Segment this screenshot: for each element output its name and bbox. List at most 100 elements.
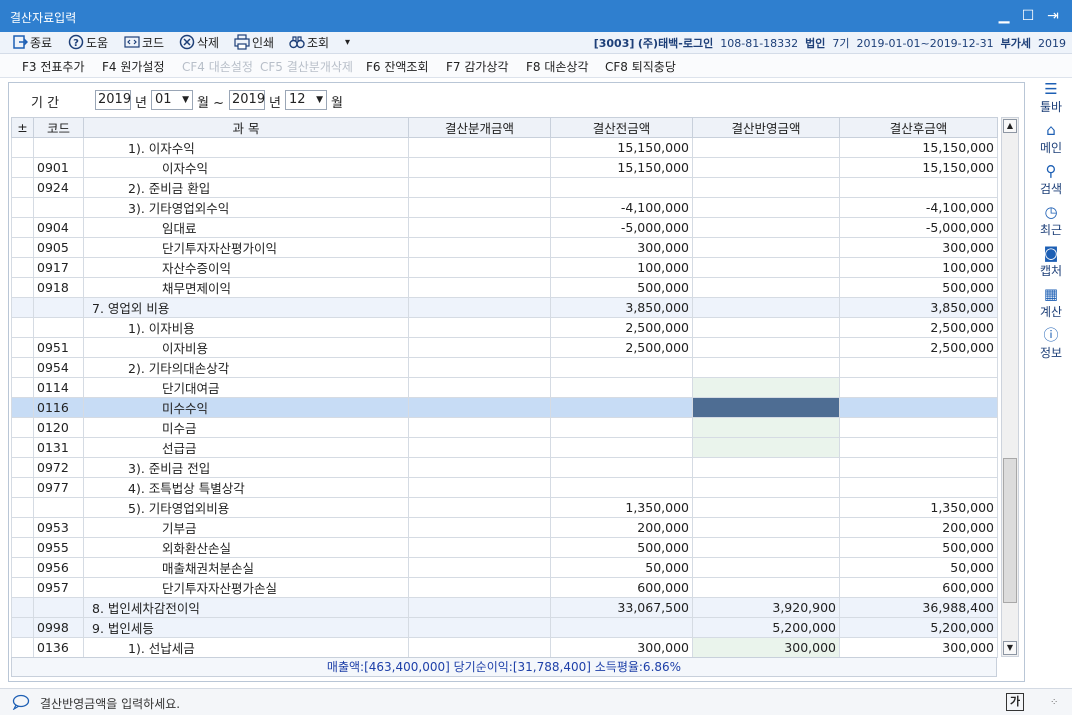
before-amount-cell: 600,000	[550, 577, 693, 598]
table-row[interactable]: 0904 임대료 -5,000,000 -5,000,000	[11, 217, 998, 238]
calculator-icon: ▦	[1043, 285, 1059, 303]
before-amount-cell: 2,500,000	[550, 317, 693, 338]
exit-button[interactable]: 종료	[12, 34, 52, 52]
logout-icon[interactable]: ⇥	[1043, 6, 1063, 26]
fkey-depreciation[interactable]: F7 감가상각	[446, 58, 509, 75]
table-row[interactable]: 8. 법인세차감전이익 33,067,500 3,920,900 36,988,400	[11, 597, 998, 618]
reflect-amount-cell	[692, 517, 840, 538]
to-month-select[interactable]: 12 ▼	[285, 90, 327, 110]
table-row[interactable]: 5). 기타영업외비용 1,350,000 1,350,000	[11, 497, 998, 518]
scroll-thumb[interactable]	[1003, 458, 1017, 603]
before-amount-cell	[550, 617, 693, 638]
fkey-retirement-allowance[interactable]: CF8 퇴직충당	[605, 58, 676, 75]
reflect-amount-cell[interactable]	[692, 417, 840, 438]
from-month-select[interactable]: 01 ▼	[151, 90, 193, 110]
before-amount-cell: 500,000	[550, 537, 693, 558]
table-row[interactable]: 0917 자산수증이익 100,000 100,000	[11, 257, 998, 278]
journal-amount-cell	[408, 617, 551, 638]
minimize-icon[interactable]: ▁	[994, 6, 1014, 26]
table-row[interactable]: 0901 이자수익 15,150,000 15,150,000	[11, 157, 998, 178]
table-row[interactable]: 0953 기부금 200,000 200,000	[11, 517, 998, 538]
journal-amount-cell	[408, 557, 551, 578]
table-row[interactable]: 7. 영업외 비용 3,850,000 3,850,000	[11, 297, 998, 318]
table-row[interactable]: 0957 단기투자자산평가손실 600,000 600,000	[11, 577, 998, 598]
maximize-icon[interactable]: ☐	[1018, 6, 1038, 26]
reflect-amount-cell[interactable]: 300,000	[692, 637, 840, 658]
code-button[interactable]: 코드	[124, 34, 164, 52]
code-cell	[33, 597, 84, 618]
scroll-up-icon[interactable]: ▲	[1003, 119, 1017, 133]
help-button[interactable]: ? 도움	[68, 34, 108, 52]
subject-cell: 1). 이자수익	[83, 137, 409, 158]
subject-cell: 3). 준비금 전입	[83, 457, 409, 478]
ime-indicator[interactable]: 가	[1006, 693, 1024, 711]
before-amount-cell: -4,100,000	[550, 197, 693, 218]
sidebar-button-home[interactable]: ⌂ 메인	[1032, 121, 1070, 156]
before-amount-cell	[550, 457, 693, 478]
sidebar-button-calculator[interactable]: ▦ 계산	[1032, 285, 1070, 320]
resize-grip-icon[interactable]: ⁘	[1050, 697, 1058, 708]
table-row[interactable]: 0954 2). 기타의대손상각	[11, 357, 998, 378]
more-menu-button[interactable]: ▾	[345, 34, 350, 52]
sidebar-button-camera[interactable]: ◙ 캡처	[1032, 244, 1070, 279]
reflect-amount-cell	[692, 277, 840, 298]
reflect-amount-cell[interactable]	[692, 437, 840, 458]
reflect-amount-cell	[692, 157, 840, 178]
scroll-down-icon[interactable]: ▼	[1003, 641, 1017, 655]
journal-amount-cell	[408, 277, 551, 298]
subject-cell: 9. 법인세등	[83, 617, 409, 638]
table-row[interactable]: 0977 4). 조특법상 특별상각	[11, 477, 998, 498]
table-row[interactable]: 0131 선급금	[11, 437, 998, 458]
fkey-add-voucher[interactable]: F3 전표추가	[22, 58, 85, 75]
table-row[interactable]: 1). 이자수익 15,150,000 15,150,000	[11, 137, 998, 158]
reflect-amount-cell	[692, 337, 840, 358]
table-row[interactable]: 0924 2). 준비금 환입	[11, 177, 998, 198]
subject-cell: 8. 법인세차감전이익	[83, 597, 409, 618]
table-row[interactable]: 0114 단기대여금	[11, 377, 998, 398]
print-button[interactable]: 인쇄	[234, 34, 274, 52]
fkey-bad-debt-amortization[interactable]: F8 대손상각	[526, 58, 589, 75]
sidebar-button-clock[interactable]: ◷ 최근	[1032, 203, 1070, 238]
table-row[interactable]: 0116 미수수익	[11, 397, 998, 418]
row-toggle-cell	[11, 397, 34, 418]
journal-amount-cell	[408, 337, 551, 358]
table-row[interactable]: 3). 기타영업외수익 -4,100,000 -4,100,000	[11, 197, 998, 218]
after-amount-cell	[839, 177, 998, 198]
vertical-scrollbar[interactable]: ▲ ▼	[1001, 117, 1019, 657]
to-year-input[interactable]: 2019	[229, 90, 265, 110]
sidebar-button-hamburger[interactable]: ☰ 툴바	[1032, 80, 1070, 115]
search-button[interactable]: 조회	[289, 34, 329, 52]
table-row[interactable]: 1). 이자비용 2,500,000 2,500,000	[11, 317, 998, 338]
after-amount-cell: 36,988,400	[839, 597, 998, 618]
sidebar-button-search[interactable]: ⚲ 검색	[1032, 162, 1070, 197]
journal-amount-cell	[408, 457, 551, 478]
row-toggle-cell	[11, 577, 34, 598]
fkey-bad-debt-setting: CF4 대손설정	[182, 60, 253, 74]
table-row[interactable]: 0918 채무면제이익 500,000 500,000	[11, 277, 998, 298]
after-amount-cell: 100,000	[839, 257, 998, 278]
after-amount-cell: 1,350,000	[839, 497, 998, 518]
col-toggle[interactable]: ±	[11, 117, 34, 138]
reflect-amount-cell[interactable]	[692, 397, 840, 418]
table-row[interactable]: 0120 미수금	[11, 417, 998, 438]
table-row[interactable]: 0955 외화환산손실 500,000 500,000	[11, 537, 998, 558]
fkey-balance-inquiry[interactable]: F6 잔액조회	[366, 58, 429, 75]
table-row[interactable]: 0136 1). 선납세금 300,000 300,000 300,000	[11, 637, 998, 658]
sidebar-button-info[interactable]: ⓘ 정보	[1032, 326, 1070, 361]
table-row[interactable]: 0998 9. 법인세등 5,200,000 5,200,000	[11, 617, 998, 638]
subject-cell: 5). 기타영업외비용	[83, 497, 409, 518]
reflect-amount-cell[interactable]	[692, 377, 840, 398]
code-cell	[33, 497, 84, 518]
chevron-down-icon: ▼	[316, 95, 323, 105]
fkey-cost-setting[interactable]: F4 원가설정	[102, 58, 165, 75]
table-row[interactable]: 0951 이자비용 2,500,000 2,500,000	[11, 337, 998, 358]
subject-cell: 미수수익	[83, 397, 409, 418]
delete-button[interactable]: 삭제	[179, 34, 219, 52]
before-amount-cell: 15,150,000	[550, 157, 693, 178]
from-year-input[interactable]: 2019	[95, 90, 131, 110]
table-row[interactable]: 0972 3). 준비금 전입	[11, 457, 998, 478]
function-key-bar: F3 전표추가 F4 원가설정 CF4 대손설정 CF5 결산분개삭제 F6 잔…	[0, 54, 1072, 78]
table-row[interactable]: 0905 단기투자자산평가이익 300,000 300,000	[11, 237, 998, 258]
table-row[interactable]: 0956 매출채권처분손실 50,000 50,000	[11, 557, 998, 578]
code-icon	[124, 36, 140, 48]
